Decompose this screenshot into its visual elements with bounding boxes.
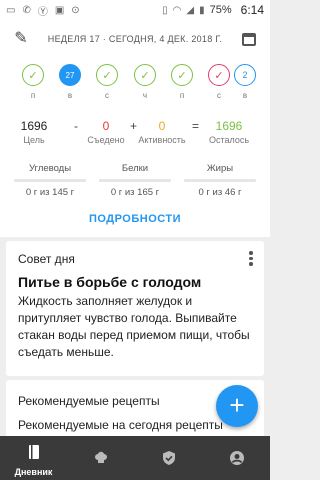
macro-name: Белки [121,163,149,174]
goal-label: Цель [23,135,45,145]
wifi-icon: ◠ [172,4,182,16]
day-status-circle: ✓ [96,64,118,86]
macro-protein: Белки 0 г из 165 г [99,163,171,198]
day-status-circle: ✓ [134,64,156,86]
tip-card-title: Совет дня [18,252,75,266]
tip-body: Жидкость заполняет желудок и притупляет … [18,294,250,359]
macro-name: Углеводы [28,163,72,174]
day-thursday[interactable]: ✓ ч [132,64,158,108]
signal-icon: ◢ [186,4,195,16]
yandex-icon: Ⓨ [37,6,48,18]
week-header: ✎ НЕДЕЛЯ 17 · СЕГОДНЯ, 4 ДЕК. 2018 Г. ✓ … [0,20,270,115]
macro-name: Жиры [206,163,234,174]
day-status-circle: ✓ [171,64,193,86]
activity-value: 0 [158,119,166,133]
day-friday[interactable]: ✓ п [169,64,195,108]
status-bar: ▭ ✆ Ⓨ ▣ ⊙ ▯ ◠ ◢ ▮ 75% 6:14 [0,0,270,20]
macro-value: 0 г из 145 г [25,187,75,198]
macro-progress-bar [99,179,171,182]
nav-diary-label: Дневник [14,467,53,477]
calorie-equation: 1696 Цель - 0 Съедено + 0 Активность = 1… [0,119,270,153]
day-status-circle: ✓ [208,64,230,86]
recipes-card-subtitle: Рекомендуемые на сегодня рецепты [18,418,223,432]
diary-icon [28,445,39,459]
equals-sign: = [192,119,200,133]
image-icon: ▣ [54,4,65,16]
macro-fat: Жиры 0 г из 46 г [184,163,256,198]
day-status-circle: 2 [234,64,256,86]
chef-hat-icon [94,451,107,463]
battery-percent: 75% [209,4,232,16]
tip-of-day-card[interactable]: Совет дня Питье в борьбе с голодом Жидко… [6,241,264,376]
day-monday[interactable]: ✓ п [20,64,46,108]
macro-value: 0 г из 46 г [198,187,242,198]
notification-icons: ▭ ✆ Ⓨ ▣ ⊙ [6,3,80,18]
eaten-cell: 0 Съедено [84,119,128,145]
day-letter: в [67,91,73,100]
phone-icon: ✆ [22,4,31,16]
nav-recipes[interactable] [67,436,134,480]
activity-label: Активность [138,135,186,145]
day-sunday[interactable]: 2 в [232,64,258,108]
remaining-cell: 1696 Осталось [204,119,254,145]
week-day-selector: ✓ п 27 в ✓ с ✓ ч ✓ п ✓ с 2 в [0,64,270,108]
location-icon: ⊙ [71,4,80,16]
day-tuesday[interactable]: 27 в [57,64,83,108]
day-letter: в [242,91,248,100]
macro-carbs: Углеводы 0 г из 145 г [14,163,86,198]
day-letter: п [179,91,185,100]
nav-plans[interactable] [135,436,202,480]
goal-cell: 1696 Цель [14,119,54,145]
day-saturday[interactable]: ✓ с [206,64,232,108]
day-status-circle: ✓ [22,64,44,86]
macro-progress-bar [184,179,256,182]
eaten-value: 0 [102,119,110,133]
calendar-icon[interactable] [240,30,258,48]
day-letter: ч [142,91,148,100]
day-letter: с [217,91,221,100]
battery-icon: ▮ [199,4,205,16]
system-icons: ▯ ◠ ◢ ▮ 75% 6:14 [162,3,264,17]
day-status-circle: 27 [59,64,81,86]
eaten-label: Съедено [87,135,125,145]
more-options-icon[interactable] [248,251,254,267]
macro-progress-bar [14,179,86,182]
clock: 6:14 [240,3,264,17]
profile-icon [229,451,244,465]
bottom-navigation: Дневник [0,436,270,480]
remaining-label: Осталось [208,135,250,145]
day-wednesday[interactable]: ✓ с [94,64,120,108]
day-letter: с [105,91,109,100]
activity-cell: 0 Активность [134,119,190,145]
macro-value: 0 г из 165 г [110,187,160,198]
details-button[interactable]: ПОДРОБНОСТИ [0,213,270,225]
day-letter: п [30,91,36,100]
edit-pencil-icon[interactable]: ✎ [12,30,30,48]
vibrate-icon: ▯ [162,4,168,16]
minus-sign: - [74,119,78,133]
chat-icon: ▭ [6,4,16,16]
recipes-card-title: Рекомендуемые рецепты [18,394,160,408]
shield-check-icon [162,451,175,465]
add-food-fab[interactable]: + [216,385,258,427]
macros-row: Углеводы 0 г из 145 г Белки 0 г из 165 г… [0,163,270,203]
remaining-value: 1696 [215,119,243,133]
goal-value: 1696 [20,119,48,133]
week-date-label: НЕДЕЛЯ 17 · СЕГОДНЯ, 4 ДЕК. 2018 Г. [47,34,223,44]
nav-profile[interactable] [203,436,270,480]
calorie-summary: 1696 Цель - 0 Съедено + 0 Активность = 1… [0,115,270,237]
nav-diary[interactable]: Дневник [0,436,67,480]
tip-heading: Питье в борьбе с голодом [18,274,202,290]
